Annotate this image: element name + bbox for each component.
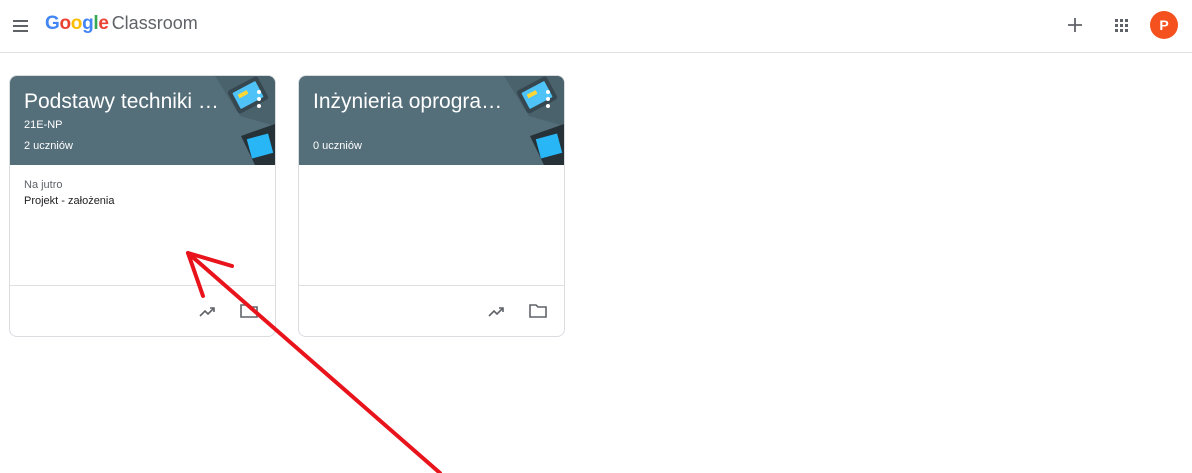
top-app-bar: Google Classroom P [0, 0, 1192, 53]
hamburger-menu-icon[interactable] [8, 14, 32, 38]
more-options-icon[interactable] [249, 88, 269, 110]
class-card-header[interactable]: Podstawy techniki mi... 21E-NP 2 uczniów [10, 76, 275, 165]
class-title[interactable]: Inżynieria oprogramo... [313, 90, 513, 114]
create-join-class-button[interactable] [1062, 12, 1088, 38]
class-section: 21E-NP [24, 119, 63, 131]
class-card-body: Na jutro Projekt - założenia [10, 165, 275, 287]
trending-up-icon[interactable] [197, 301, 219, 321]
class-card-footer [10, 285, 275, 336]
class-card: Podstawy techniki mi... 21E-NP 2 uczniów… [9, 75, 276, 337]
due-label: Na jutro [24, 179, 63, 191]
class-student-count: 2 uczniów [24, 140, 73, 152]
more-options-icon[interactable] [538, 88, 558, 110]
folder-icon[interactable] [527, 301, 549, 321]
app-logo[interactable]: Google Classroom [45, 13, 198, 39]
folder-icon[interactable] [238, 301, 260, 321]
product-name: Classroom [111, 13, 198, 33]
google-wordmark: Google [45, 13, 109, 34]
google-apps-button[interactable] [1110, 14, 1132, 36]
due-assignment-link[interactable]: Projekt - założenia [24, 195, 115, 207]
plus-icon [1068, 18, 1082, 32]
trending-up-icon[interactable] [486, 301, 508, 321]
class-student-count: 0 uczniów [313, 140, 362, 152]
class-card-footer [299, 285, 564, 336]
class-card-header[interactable]: Inżynieria oprogramo... 0 uczniów [299, 76, 564, 165]
class-card-body [299, 165, 564, 287]
account-avatar[interactable]: P [1150, 11, 1178, 39]
class-title[interactable]: Podstawy techniki mi... [24, 90, 224, 114]
apps-grid-icon [1115, 19, 1128, 32]
class-card: Inżynieria oprogramo... 0 uczniów [298, 75, 565, 337]
